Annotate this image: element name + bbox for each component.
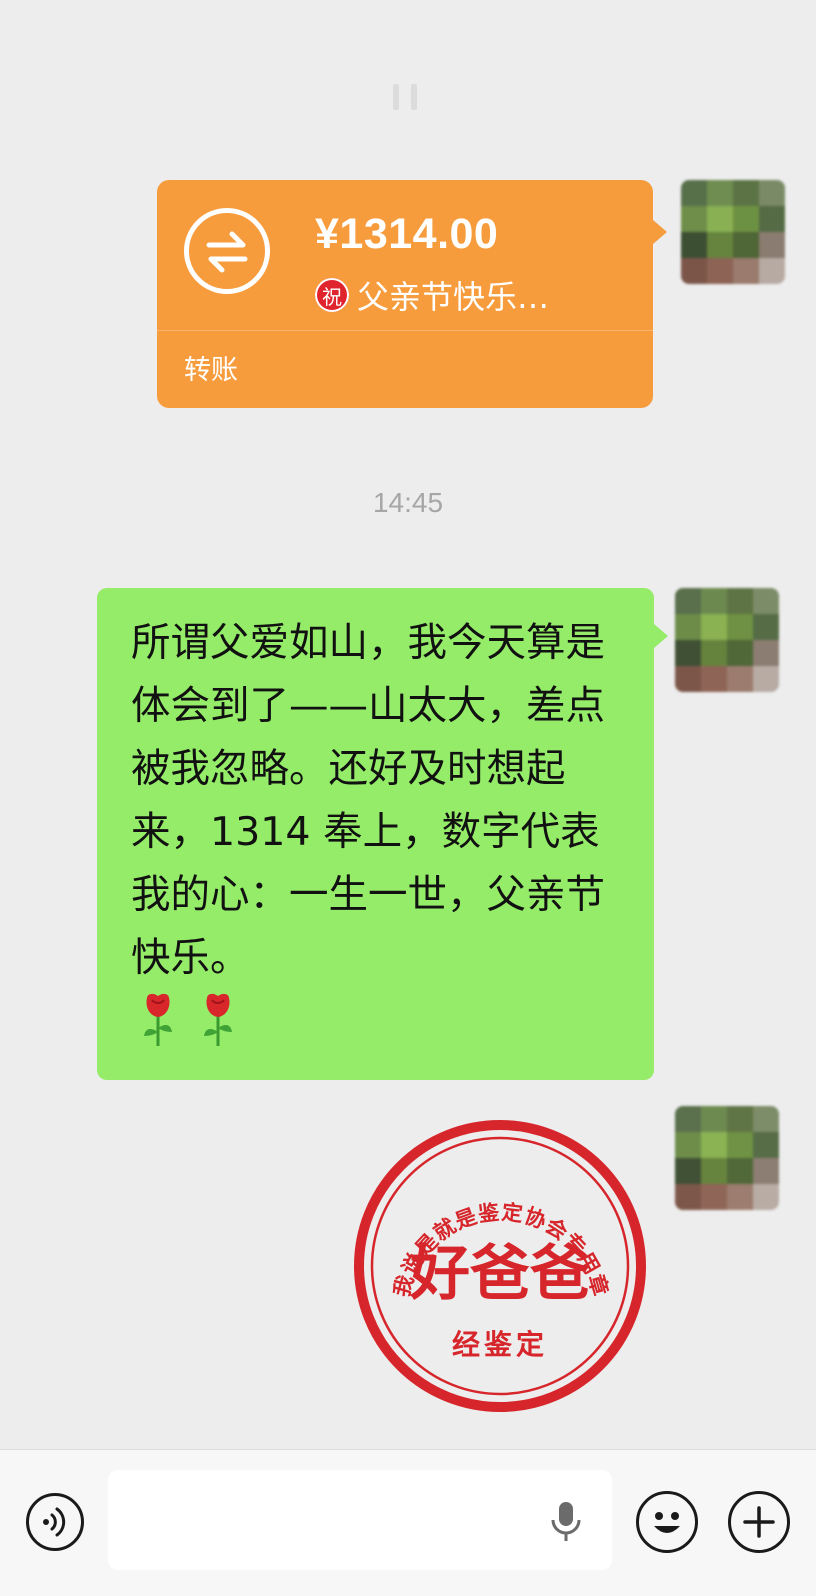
message-timestamp: 14:45 [372,487,444,518]
avatar[interactable] [681,180,785,284]
avatar[interactable] [675,1106,779,1210]
voice-icon[interactable] [26,1493,84,1551]
rose-emoji-icon [144,993,172,1046]
transfer-bubble[interactable]: ¥1314.00 祝 父亲节快乐… 转账 [157,180,667,408]
blessing-badge: 祝 [315,278,349,312]
message-text: 所谓父爱如山，我今天算是体会到了——山太大，差点被我忽略。还好及时想起来，131… [131,620,605,981]
emoji-icon[interactable] [636,1491,698,1553]
loading-indicator [360,82,450,112]
bubble-tail [653,220,667,244]
transfer-label: 转账 [184,355,238,386]
bubble-tail [654,624,668,648]
avatar[interactable] [675,588,779,692]
transfer-memo-text: 父亲节快乐… [357,278,550,316]
rose-emoji-icon [204,993,232,1046]
message-input[interactable] [108,1470,612,1570]
transfer-amount: ¥1314.00 [315,210,499,258]
transfer-memo: 祝 父亲节快乐… [315,272,549,318]
approval-stamp-sticker[interactable]: 我说是就是鉴定协会专用章 好爸爸 经鉴定 [352,1118,648,1414]
transfer-icon [184,208,270,294]
divider [157,330,653,331]
text-message-bubble[interactable]: 所谓父爱如山，我今天算是体会到了——山太大，差点被我忽略。还好及时想起来，131… [97,588,668,1080]
stamp-main-text: 好爸爸 [409,1239,590,1309]
stamp-bottom-text: 经鉴定 [452,1328,548,1361]
chat-input-bar [0,1449,816,1596]
mic-icon[interactable] [546,1500,586,1544]
plus-icon[interactable] [728,1491,790,1553]
emoji-row [131,992,628,1048]
